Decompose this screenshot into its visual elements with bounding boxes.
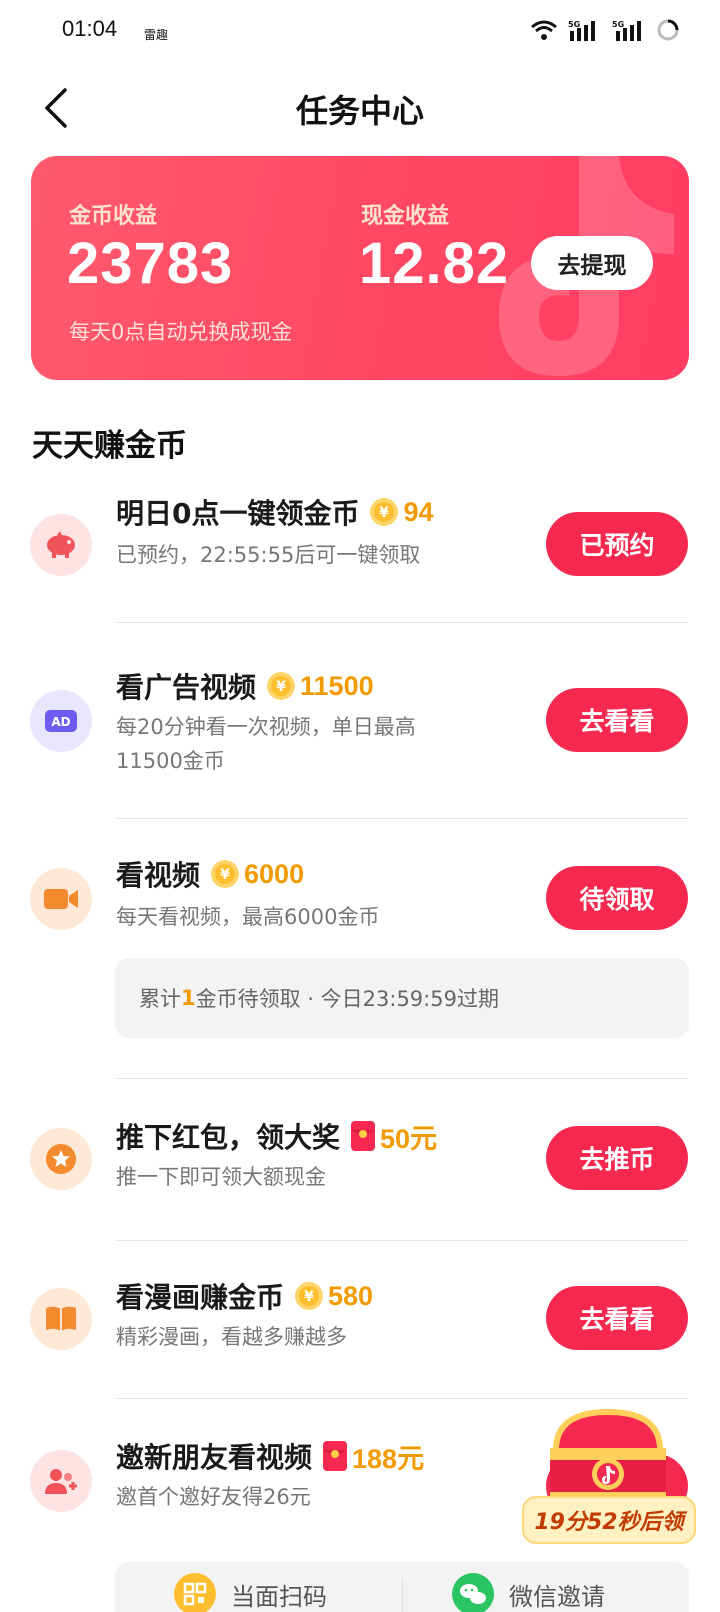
video-camera-icon — [30, 868, 92, 930]
reserved-button[interactable]: 已预约 — [546, 512, 688, 576]
task-reward-value: 188元 — [352, 1443, 425, 1474]
signal-5g-icon: 5G — [568, 20, 595, 41]
invite-methods: 当面扫码 微信邀请 — [115, 1562, 689, 1612]
task-title: 邀新朋友看视频 188元 — [116, 1436, 424, 1476]
claim-button[interactable]: 待领取 — [546, 866, 688, 930]
task-title-text: 邀新朋友看视频 — [116, 1441, 313, 1474]
task-reward-value: 580 — [328, 1280, 374, 1311]
coin-earnings-label: 金币收益 — [69, 204, 158, 229]
cash-earnings-value: 12.82 — [359, 231, 510, 296]
task-desc: 每20分钟看一次视频，单日最高11500金币 — [116, 715, 416, 773]
wifi-icon — [531, 20, 557, 40]
earnings-card: 金币收益 23783 每天0点自动兑换成现金 现金收益 12.82 去提现 — [31, 156, 689, 380]
task-reward-value: 6000 — [244, 858, 305, 889]
pending-count: 1 — [181, 986, 196, 1010]
svg-text:¥: ¥ — [220, 867, 230, 883]
red-packet-icon — [350, 1120, 376, 1152]
wechat-invite-option[interactable]: 微信邀请 — [451, 1572, 605, 1612]
red-packet-icon — [322, 1440, 348, 1472]
pending-coins-notice: 累计 1 金币待领取 · 今日23:59:59过期 — [115, 958, 689, 1038]
task-reward-value: 94 — [403, 496, 434, 527]
task-reward: ¥ 94 — [369, 496, 434, 528]
coin-icon: ¥ — [294, 1281, 324, 1311]
coin-earnings-value: 23783 — [67, 231, 234, 296]
divider — [116, 1240, 688, 1241]
task-title-text: 看漫画赚金币 — [116, 1281, 285, 1314]
pending-suffix: 金币待领取 · 今日23:59:59过期 — [195, 987, 499, 1011]
divider — [116, 818, 688, 819]
watch-ad-button[interactable]: 去看看 — [546, 688, 688, 752]
scan-qr-label: 当面扫码 — [231, 1582, 327, 1611]
section-title: 天天赚金币 — [32, 428, 187, 464]
svg-text:5G: 5G — [612, 20, 624, 29]
coin-icon: ¥ — [266, 671, 296, 701]
scan-qr-option[interactable]: 当面扫码 — [173, 1572, 327, 1612]
pending-prefix: 累计 — [139, 987, 181, 1011]
coin-icon: ¥ — [369, 497, 399, 527]
wechat-invite-label: 微信邀请 — [509, 1582, 605, 1611]
piggy-bank-icon — [30, 514, 92, 576]
svg-text:¥: ¥ — [380, 505, 390, 521]
status-bar: 01:04 雷趣 5G 5G — [0, 0, 720, 64]
divider — [116, 622, 688, 623]
task-title-text: 看视频 — [116, 859, 201, 892]
nav-bar: 任务中心 — [0, 72, 720, 144]
svg-text:¥: ¥ — [304, 1289, 314, 1305]
task-reward: 50元 — [350, 1117, 437, 1156]
task-reward: ¥ 6000 — [210, 859, 304, 890]
task-desc: 精彩漫画，看越多赚越多 — [116, 1325, 347, 1349]
wechat-icon — [452, 1573, 494, 1612]
divider — [116, 1398, 688, 1399]
invite-friends-icon — [30, 1450, 92, 1512]
battery-icon — [657, 19, 679, 41]
task-title: 明日0点一键领金币 ¥ 94 — [116, 492, 434, 532]
status-app-badge: 雷趣 — [144, 28, 169, 42]
status-icons: 5G 5G — [530, 18, 680, 42]
task-title-text: 推下红包，领大奖 — [116, 1121, 341, 1154]
page-title: 任务中心 — [295, 92, 424, 130]
status-time: 01:04 — [62, 16, 118, 41]
read-comics-button[interactable]: 去看看 — [546, 1286, 688, 1350]
task-title: 看视频 ¥ 6000 — [116, 854, 304, 894]
treasure-chest-icon — [550, 1408, 666, 1504]
task-reward-value: 50元 — [380, 1123, 438, 1154]
chest-countdown: 19分52秒后领 — [522, 1496, 696, 1544]
withdraw-button[interactable]: 去提现 — [531, 236, 653, 290]
book-icon — [30, 1288, 92, 1350]
task-reward-value: 11500 — [300, 670, 374, 701]
ad-icon: AD — [30, 690, 92, 752]
task-reward: 188元 — [322, 1437, 424, 1476]
svg-text:AD: AD — [51, 715, 70, 729]
cash-earnings-label: 现金收益 — [361, 204, 450, 229]
push-coin-button[interactable]: 去推币 — [546, 1126, 688, 1190]
task-title: 看漫画赚金币 ¥ 580 — [116, 1276, 373, 1316]
qr-code-icon — [174, 1573, 216, 1612]
task-desc: 邀首个邀好友得26元 — [116, 1485, 311, 1509]
divider — [116, 1078, 688, 1079]
svg-text:5G: 5G — [568, 20, 580, 29]
coin-exchange-hint: 每天0点自动兑换成现金 — [69, 320, 293, 344]
task-desc: 每天看视频，最高6000金币 — [116, 905, 380, 929]
svg-text:¥: ¥ — [276, 679, 286, 695]
task-desc: 推一下即可领大额现金 — [116, 1165, 326, 1189]
task-title-text: 明日0点一键领金币 — [116, 497, 360, 530]
task-reward: ¥ 580 — [294, 1281, 373, 1312]
task-reward: ¥ 11500 — [266, 671, 374, 702]
divider — [402, 1578, 403, 1612]
task-title: 看广告视频 ¥ 11500 — [116, 666, 374, 706]
task-title: 推下红包，领大奖 50元 — [116, 1116, 437, 1156]
signal-5g-2-icon: 5G — [612, 20, 641, 41]
star-coin-icon — [30, 1128, 92, 1190]
task-title-text: 看广告视频 — [116, 671, 257, 704]
task-desc: 已预约，22:55:55后可一键领取 — [116, 543, 421, 567]
coin-icon: ¥ — [210, 859, 240, 889]
